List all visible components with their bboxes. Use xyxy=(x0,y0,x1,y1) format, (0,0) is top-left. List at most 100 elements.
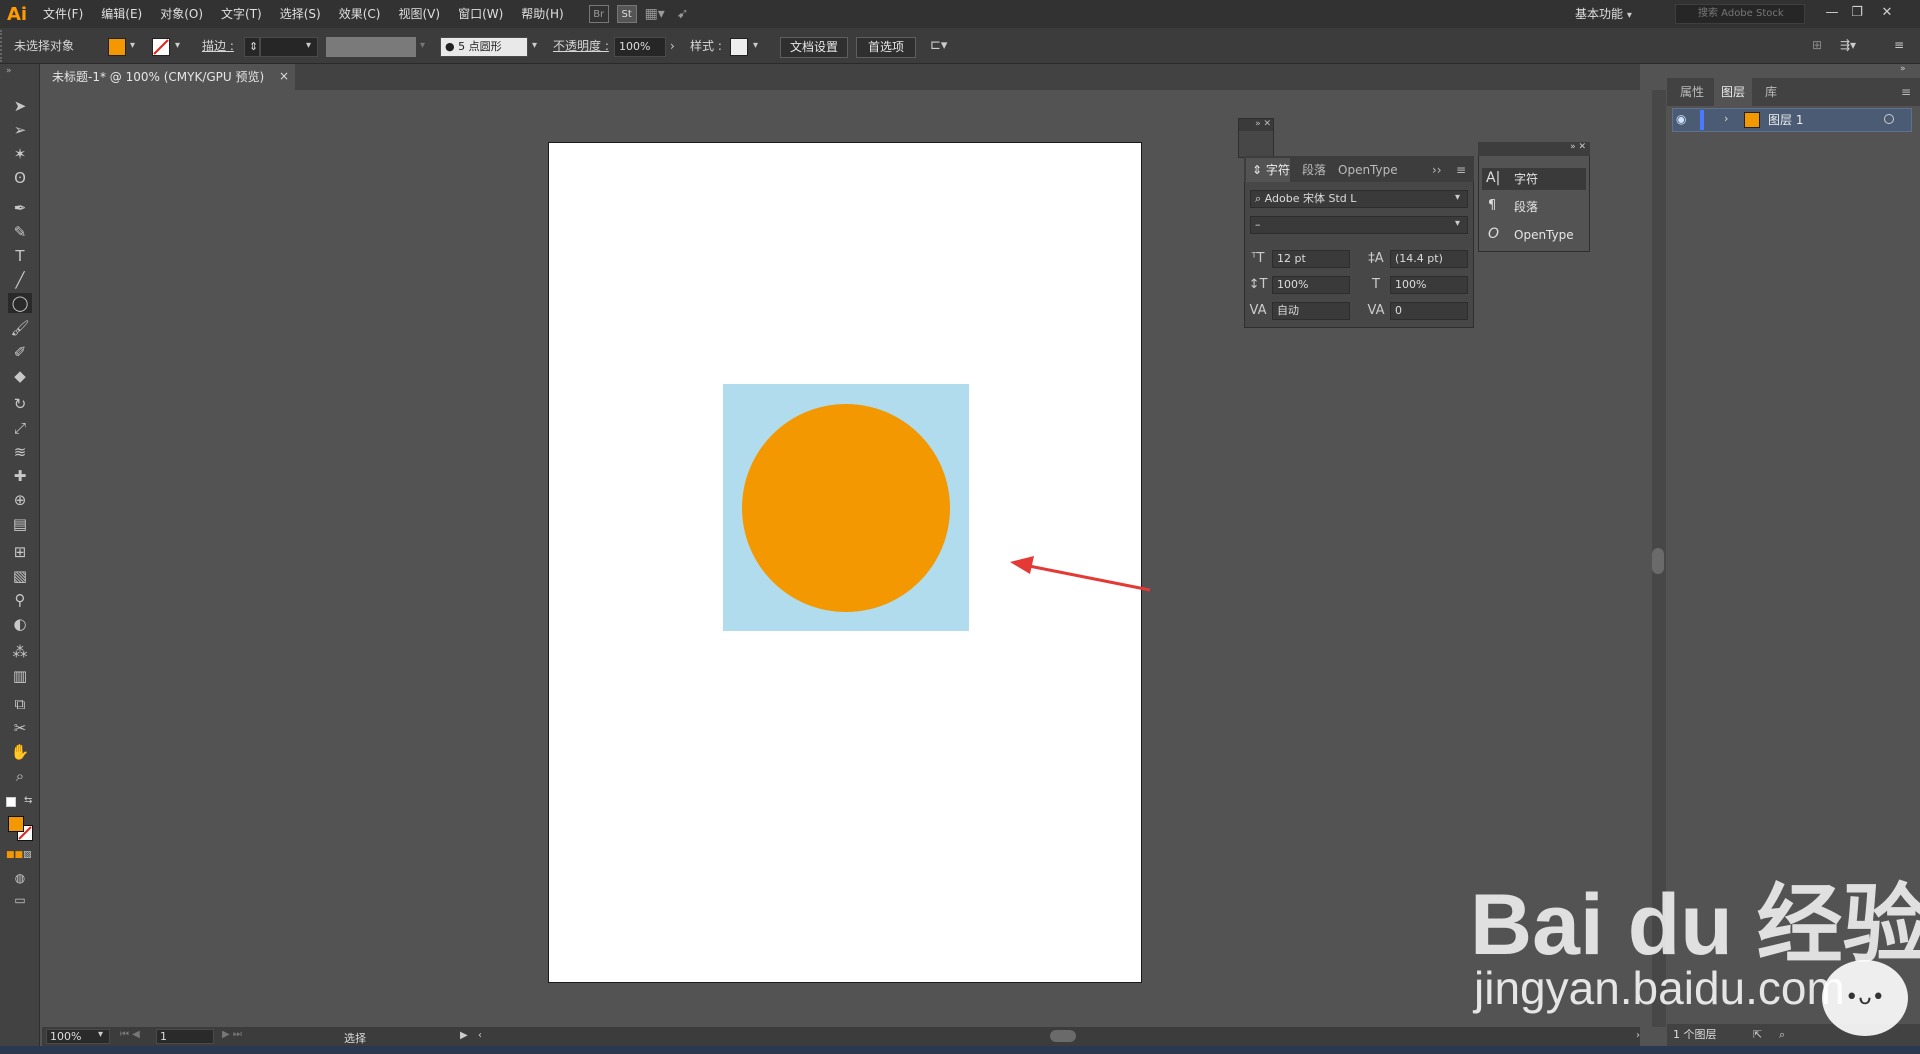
graphic-style-swatch[interactable] xyxy=(730,38,748,56)
menu-effect[interactable]: 效果(C) xyxy=(330,0,390,28)
tab-opentype[interactable]: OpenType xyxy=(1338,158,1408,182)
stroke-swatch[interactable] xyxy=(152,38,170,56)
artboard-number-field[interactable]: 1 xyxy=(156,1029,214,1044)
fill-swatch[interactable] xyxy=(108,38,126,56)
menu-object[interactable]: 对象(O) xyxy=(151,0,212,28)
locate-object-icon[interactable]: ⌕ xyxy=(1779,1024,1785,1046)
menu-select[interactable]: 选择(S) xyxy=(271,0,330,28)
opacity-label[interactable]: 不透明度 : xyxy=(553,38,609,54)
magic-wand-tool-icon[interactable]: ✶ xyxy=(8,144,32,164)
close-icon[interactable]: × xyxy=(279,68,293,84)
chevron-down-icon[interactable]: ▾ xyxy=(98,1029,103,1040)
curvature-tool-icon[interactable]: ✎ xyxy=(8,222,32,242)
zoom-tool-icon[interactable]: ⌕ xyxy=(8,766,32,786)
menu-window[interactable]: 窗口(W) xyxy=(449,0,512,28)
chevron-right-icon[interactable]: › xyxy=(670,39,675,53)
close-icon[interactable]: » ✕ xyxy=(1478,142,1590,156)
horizontal-scroll-thumb[interactable] xyxy=(1050,1030,1076,1042)
lasso-tool-icon[interactable]: ʘ xyxy=(8,168,32,188)
chevron-down-icon[interactable]: ▾ xyxy=(753,40,758,51)
document-setup-button[interactable]: 文档设置 xyxy=(780,37,848,58)
bridge-icon[interactable]: Br xyxy=(588,5,609,23)
document-tab[interactable]: 未标题-1* @ 100% (CMYK/GPU 预览) xyxy=(42,64,295,90)
chevron-down-icon[interactable]: ▾ xyxy=(1455,218,1460,229)
control-bar-grip[interactable] xyxy=(0,30,6,62)
layer-name[interactable]: 图层 1 xyxy=(1768,112,1848,128)
shape-builder-tool-icon[interactable]: ⊕ xyxy=(8,490,32,510)
swap-colors-icon[interactable]: ⇆ xyxy=(24,795,36,807)
export-icon[interactable]: ⇱ xyxy=(1753,1024,1762,1046)
mesh-tool-icon[interactable]: ⊞ xyxy=(8,542,32,562)
stock-search-input[interactable]: 搜索 Adobe Stock xyxy=(1675,4,1805,24)
color-mode-icons[interactable]: ■■▨ xyxy=(6,850,36,860)
menu-help[interactable]: 帮助(H) xyxy=(512,0,572,28)
collapse-panel-icon[interactable]: » xyxy=(1900,64,1916,76)
collapsed-panel-stub[interactable]: » ✕ xyxy=(1238,118,1274,158)
scroll-left-icon[interactable]: ‹ xyxy=(478,1030,482,1041)
drawing-mode-icon[interactable]: ◍ xyxy=(8,868,32,888)
orange-circle[interactable] xyxy=(742,404,950,612)
collapse-toolbar-icon[interactable]: » xyxy=(6,66,26,76)
puppet-warp-tool-icon[interactable]: ✚ xyxy=(8,466,32,486)
direct-selection-tool-icon[interactable]: ➢ xyxy=(8,120,32,140)
hand-tool-icon[interactable]: ✋ xyxy=(8,742,32,762)
panel-toggle-icon[interactable]: ⇶▾ xyxy=(1840,38,1864,54)
target-circle-icon[interactable] xyxy=(1884,114,1894,124)
artboard-tool-icon[interactable]: ⧉ xyxy=(8,694,32,714)
control-menu-icon[interactable]: ≡ xyxy=(1894,38,1910,54)
gradient-tool-icon[interactable]: ▧ xyxy=(8,566,32,586)
menu-view[interactable]: 视图(V) xyxy=(389,0,449,28)
chevron-down-icon[interactable]: ▾ xyxy=(306,40,311,51)
leading-field[interactable]: (14.4 pt) xyxy=(1390,250,1468,268)
tab-character[interactable]: ⇕ 字符 xyxy=(1246,158,1290,182)
stroke-label[interactable]: 描边 : xyxy=(202,38,234,54)
font-family-field[interactable]: ⌕ Adobe 宋体 Std L xyxy=(1250,190,1468,208)
arrange-icon[interactable]: ⊞ xyxy=(1812,38,1828,54)
variable-width-profile[interactable] xyxy=(326,37,416,57)
scale-tool-icon[interactable]: ⤢ xyxy=(8,418,32,438)
status-menu-icon[interactable]: ▶ xyxy=(460,1030,468,1041)
expand-layer-icon[interactable]: › xyxy=(1724,112,1736,128)
opacity-field[interactable]: 100% xyxy=(614,37,666,57)
visibility-eye-icon[interactable]: ◉ xyxy=(1676,112,1692,128)
eyedropper-tool-icon[interactable]: ⚲ xyxy=(8,590,32,610)
font-size-field[interactable]: 12 pt xyxy=(1272,250,1350,268)
pen-tool-icon[interactable]: ✒ xyxy=(8,198,32,218)
kerning-field[interactable]: 自动 xyxy=(1272,302,1350,320)
menu-type[interactable]: 文字(T) xyxy=(212,0,271,28)
perspective-grid-tool-icon[interactable]: ▤ xyxy=(8,514,32,534)
restore-button[interactable]: ❐ xyxy=(1845,3,1869,23)
stock-icon[interactable]: St xyxy=(616,5,637,23)
chevron-down-icon[interactable]: ▾ xyxy=(420,40,425,51)
tab-properties[interactable]: 属性 xyxy=(1672,78,1712,106)
default-colors-icon[interactable] xyxy=(6,797,16,807)
menu-file[interactable]: 文件(F) xyxy=(34,0,92,28)
screen-mode-icon[interactable]: ▭ xyxy=(8,890,32,910)
column-graph-tool-icon[interactable]: ▥ xyxy=(8,666,32,686)
first-artboard-icon[interactable]: ⏮ ◀ xyxy=(120,1029,156,1044)
chevron-down-icon[interactable]: ▾ xyxy=(130,40,135,51)
align-icon[interactable]: ⊏▾ xyxy=(930,38,960,56)
brush-definition[interactable]: ● 5 点圆形 xyxy=(440,37,528,57)
panel-menu-icon[interactable]: ≡ xyxy=(1456,158,1470,182)
gpu-performance-icon[interactable]: ➹ xyxy=(673,5,693,23)
vertical-scroll-thumb[interactable] xyxy=(1652,548,1664,574)
chevron-down-icon[interactable]: ▾ xyxy=(1455,192,1460,203)
next-artboard-icon[interactable]: ▶ ⏭ xyxy=(222,1029,258,1044)
font-style-field[interactable]: – xyxy=(1250,216,1468,234)
arrange-documents-icon[interactable]: ▦▾ xyxy=(645,5,665,23)
fill-color-icon[interactable] xyxy=(8,816,24,832)
close-button[interactable]: ✕ xyxy=(1875,3,1899,23)
line-tool-icon[interactable]: ╱ xyxy=(8,270,32,290)
vertical-scale-field[interactable]: 100% xyxy=(1272,276,1350,294)
expand-icon[interactable]: ›› xyxy=(1432,158,1446,182)
shaper-tool-icon[interactable]: ✐ xyxy=(8,342,32,362)
preferences-button[interactable]: 首选项 xyxy=(856,37,916,58)
blend-tool-icon[interactable]: ◐ xyxy=(8,614,32,634)
rotate-tool-icon[interactable]: ↻ xyxy=(8,394,32,414)
tab-layers[interactable]: 图层 xyxy=(1714,78,1752,106)
horizontal-scale-field[interactable]: 100% xyxy=(1390,276,1468,294)
ellipse-tool-icon[interactable]: ◯ xyxy=(8,293,32,313)
scroll-right-icon[interactable]: › xyxy=(1636,1030,1640,1041)
minimize-button[interactable]: — xyxy=(1820,3,1844,23)
